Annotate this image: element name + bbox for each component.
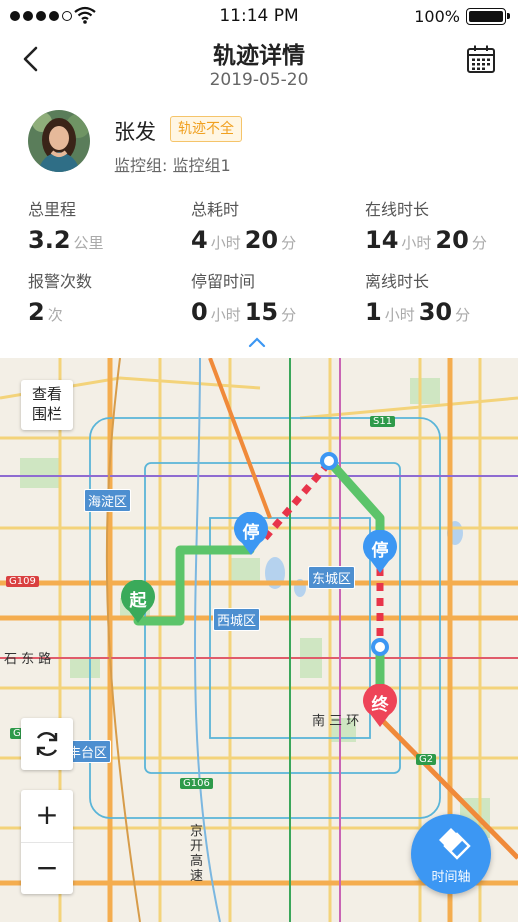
stat-label: 在线时长: [365, 200, 430, 219]
stat-offline-time: 离线时长 1 小时 30 分: [365, 268, 474, 326]
stat-label: 总里程: [28, 200, 77, 219]
marker-label: 停: [242, 523, 260, 543]
status-bar: 11:14 PM 100%: [0, 0, 518, 32]
stop-marker[interactable]: 停: [362, 529, 398, 574]
battery-percent: 100%: [414, 7, 460, 26]
page-title: 轨迹详情: [213, 43, 305, 69]
stat-unit: 小时: [210, 306, 241, 324]
road-label: G2: [416, 754, 437, 765]
start-marker[interactable]: 起: [120, 579, 156, 624]
marker-label: 停: [371, 541, 389, 561]
stat-stay-time: 停留时间 0 小时 15 分: [191, 268, 300, 326]
stat-unit: 小时: [401, 234, 432, 252]
stat-hours: 1: [365, 298, 382, 326]
stat-total-mileage: 总里程 3.2 公里: [28, 196, 108, 254]
place-label: 南 三 环: [312, 714, 360, 729]
refresh-icon: [36, 732, 58, 756]
zoom-out-button[interactable]: −: [21, 842, 73, 894]
stat-hours: 0: [191, 298, 208, 326]
district-label: 海淀区: [84, 489, 132, 512]
stat-label: 离线时长: [365, 272, 430, 291]
view-fence-button[interactable]: 查看 围栏: [21, 380, 73, 430]
track-point: [371, 638, 389, 656]
stat-unit: 分: [455, 306, 471, 324]
stop-marker[interactable]: 停: [233, 511, 269, 556]
avatar: [28, 110, 90, 172]
stat-online-time: 在线时长 14 小时 20 分: [365, 196, 491, 254]
stat-unit: 小时: [384, 306, 415, 324]
stat-value: 2: [28, 298, 45, 326]
stat-label: 总耗时: [191, 200, 240, 219]
stat-value: 3.2: [28, 226, 71, 254]
place-label: 京 开 高 速: [190, 824, 204, 884]
stat-unit: 小时: [210, 234, 241, 252]
chevron-up-icon[interactable]: [247, 336, 267, 348]
stat-minutes: 15: [244, 298, 279, 326]
marker-label: 终: [371, 695, 389, 715]
stat-label: 停留时间: [191, 272, 256, 291]
fence-label-line2: 围栏: [31, 405, 62, 423]
marker-label: 起: [129, 591, 147, 611]
status-badge: 轨迹不全: [170, 116, 242, 142]
zoom-control: + −: [21, 790, 73, 894]
stat-unit: 次: [47, 306, 63, 324]
road-label: G109: [6, 576, 39, 587]
stat-unit: 分: [281, 306, 297, 324]
timeline-button[interactable]: 时间轴: [411, 814, 491, 894]
battery-icon: [466, 8, 510, 25]
stat-alarms: 报警次数 2次: [28, 268, 92, 326]
fence-label-line1: 查看: [31, 385, 62, 403]
stat-minutes: 20: [435, 226, 469, 254]
stat-unit: 分: [281, 234, 297, 252]
monitor-group: 监控组: 监控组1: [114, 156, 231, 175]
zoom-in-button[interactable]: +: [21, 790, 73, 842]
stat-minutes: 30: [418, 298, 453, 326]
timeline-label: 时间轴: [431, 870, 471, 885]
road-label: G106: [180, 778, 213, 789]
stat-total-time: 总耗时 4 小时 20 分: [191, 196, 300, 254]
stat-hours: 4: [191, 226, 208, 254]
track-point: [320, 452, 338, 470]
stat-label: 报警次数: [28, 272, 93, 291]
stat-unit: 公里: [73, 234, 104, 252]
end-marker[interactable]: 终: [362, 683, 398, 728]
place-label: 石 东 路: [4, 652, 52, 667]
calendar-icon[interactable]: [466, 44, 496, 74]
refresh-button[interactable]: [21, 718, 73, 770]
page-date: 2019-05-20: [209, 70, 309, 90]
stat-hours: 14: [365, 226, 399, 254]
stat-minutes: 20: [244, 226, 279, 254]
district-label: 西城区: [213, 608, 261, 631]
road-label: S11: [370, 416, 396, 427]
user-name: 张发: [114, 120, 156, 144]
district-label: 东城区: [308, 566, 356, 589]
stat-unit: 分: [471, 234, 487, 252]
